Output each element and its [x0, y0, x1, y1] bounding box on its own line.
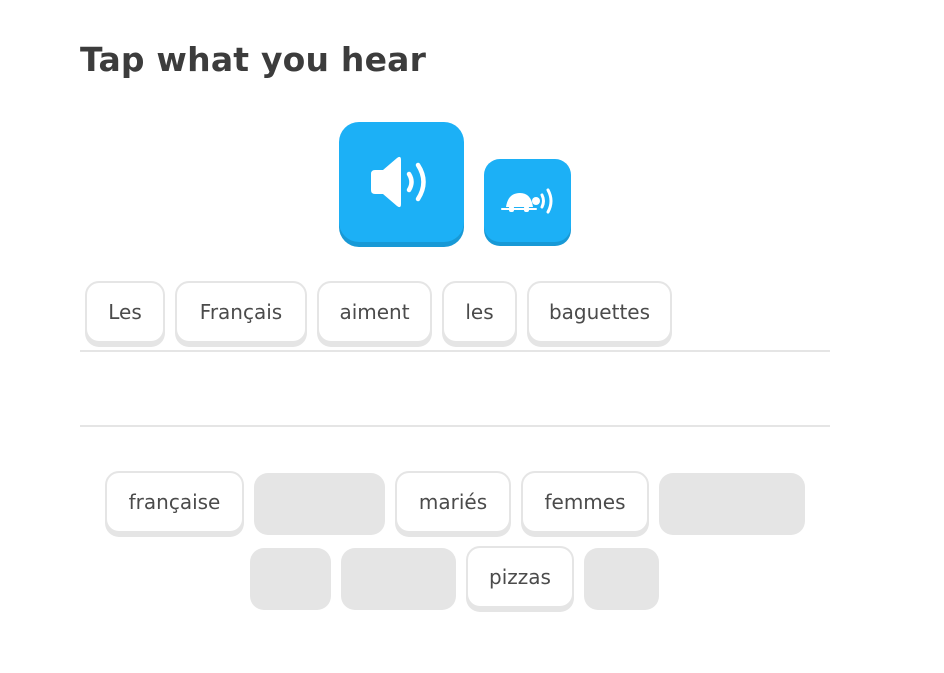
play-slow-audio-button[interactable]	[484, 159, 571, 242]
answer-tile[interactable]: aiment	[317, 281, 432, 343]
used-word-slot	[341, 548, 456, 610]
answer-line	[80, 425, 830, 427]
used-word-slot	[254, 473, 385, 535]
answer-line	[80, 350, 830, 352]
speaker-icon	[370, 156, 426, 208]
play-audio-button[interactable]	[339, 122, 464, 242]
word-bank-tile[interactable]: femmes	[521, 471, 649, 533]
answer-tile[interactable]: baguettes	[527, 281, 672, 343]
word-bank-tile[interactable]: pizzas	[466, 546, 574, 608]
word-bank-tile[interactable]: française	[105, 471, 244, 533]
turtle-speaker-icon	[500, 188, 552, 213]
answer-tile[interactable]: les	[442, 281, 517, 343]
answer-tile[interactable]: Les	[85, 281, 165, 343]
used-word-slot	[659, 473, 805, 535]
used-word-slot	[584, 548, 659, 610]
answer-tile[interactable]: Français	[175, 281, 307, 343]
word-bank-tile[interactable]: mariés	[395, 471, 511, 533]
challenge-title: Tap what you hear	[80, 40, 427, 79]
used-word-slot	[250, 548, 331, 610]
